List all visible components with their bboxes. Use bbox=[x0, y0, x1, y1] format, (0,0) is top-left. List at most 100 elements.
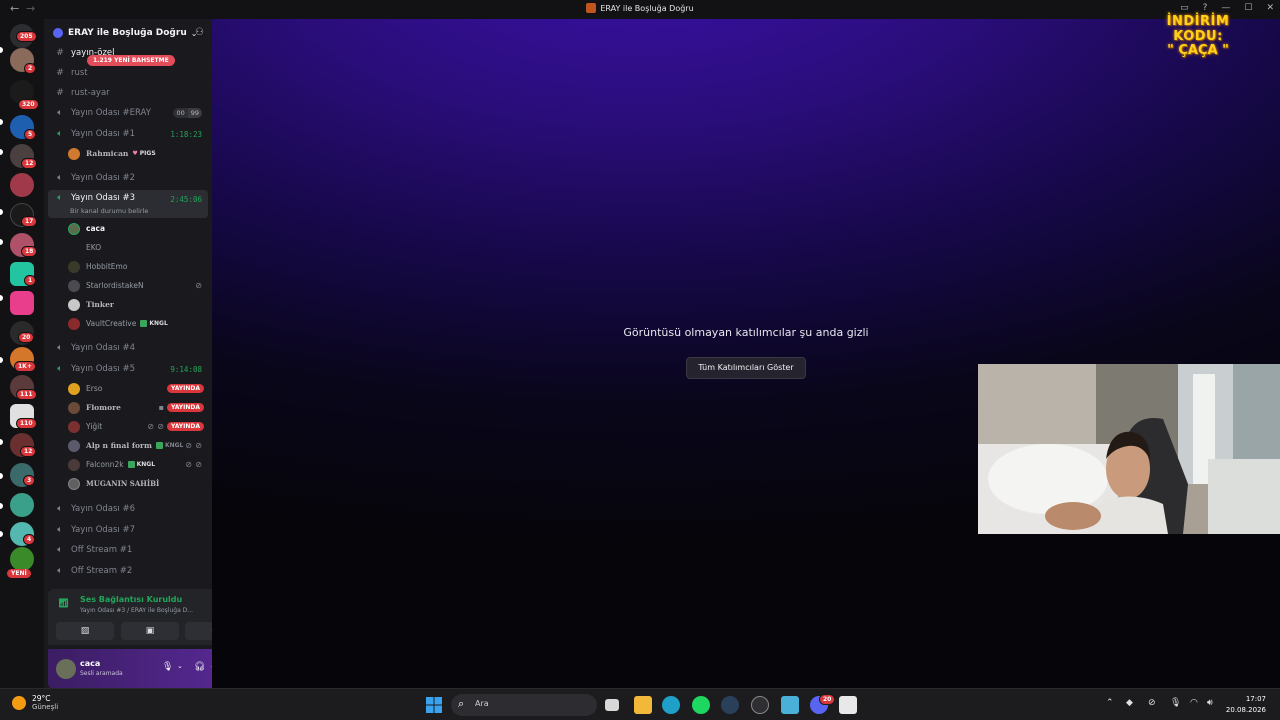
deafened-icon: ⊘ bbox=[195, 460, 202, 469]
channel-sidebar: ERAY ile Boşluğa Doğru ⌄ ⚇ # yayın-özel 1… bbox=[44, 19, 212, 688]
headphones-icon[interactable]: 🎧︎ bbox=[194, 662, 205, 672]
voice-user[interactable]: Erso YAYINDA bbox=[68, 380, 208, 397]
screen-share-button[interactable]: ▣ bbox=[121, 622, 179, 640]
guild-tag: ♥ PIGS bbox=[132, 150, 156, 157]
avatar[interactable] bbox=[56, 659, 76, 679]
camera-icon: ▪ bbox=[158, 403, 164, 412]
sun-icon bbox=[12, 695, 26, 710]
guild-header[interactable]: ERAY ile Boşluğa Doğru ⌄ ⚇ bbox=[44, 19, 212, 47]
deafened-icon: ⊘ bbox=[195, 281, 202, 290]
voice-user[interactable]: Alp n final form KNGL ⊘ ⊘ bbox=[68, 437, 208, 454]
guild-tag: KNGL bbox=[140, 320, 168, 327]
user-panel: caca Sesli aramada 🎙︎ ⌄ 🎧︎ ⌄ ⚙ bbox=[48, 649, 212, 688]
weather-condition: Güneşli bbox=[32, 703, 59, 711]
camera-off-button[interactable]: ▨ bbox=[56, 622, 114, 640]
camera-off-icon: ▨ bbox=[80, 626, 90, 636]
voice-user[interactable]: Yiğit ⊘ ⊘ YAYINDA bbox=[68, 418, 208, 435]
notepad-icon[interactable] bbox=[781, 696, 799, 714]
voice-user[interactable]: StarlordistakeN ⊘ bbox=[68, 277, 208, 294]
unread-badge: 18 bbox=[21, 246, 38, 257]
channel-off-stream-2[interactable]: 🔈︎ Off Stream #2 bbox=[48, 562, 208, 580]
tag-icon bbox=[155, 442, 163, 449]
voice-user[interactable]: EKO bbox=[68, 239, 208, 256]
search-placeholder: Ara bbox=[475, 699, 489, 708]
voice-user[interactable]: Tinker bbox=[68, 296, 208, 313]
server-icon[interactable] bbox=[10, 291, 34, 315]
voice-user[interactable]: VaultCreative KNGL bbox=[68, 315, 208, 332]
help-icon[interactable]: ? bbox=[1203, 3, 1208, 13]
avatar bbox=[68, 401, 80, 414]
voice-user[interactable]: Falconn2k KNGL ⊘ ⊘ bbox=[68, 456, 208, 473]
channel-yayin-odasi-1[interactable]: 🔈︎ Yayın Odası #1 1:18:23 bbox=[48, 125, 208, 143]
voice-status-subtitle[interactable]: Yayın Odası #3 / ERAY ile Boşluğa D... bbox=[80, 607, 193, 614]
signal-icon[interactable]: 📶︎ bbox=[58, 599, 69, 609]
activities-button[interactable]: ⁘ bbox=[185, 622, 212, 640]
avatar bbox=[68, 242, 80, 254]
server-icon[interactable] bbox=[10, 547, 34, 571]
app-icon[interactable] bbox=[751, 696, 769, 714]
show-all-participants-button[interactable]: Tüm Katılımcıları Göster bbox=[686, 357, 806, 379]
voice-user[interactable]: HobbitEmo bbox=[68, 258, 208, 275]
chevron-down-icon[interactable]: ⌄ bbox=[177, 662, 183, 670]
voice-status-title[interactable]: Ses Bağlantısı Kuruldu bbox=[80, 595, 182, 604]
channel-yayin-odasi-5[interactable]: 🔈︎ Yayın Odası #5 9:14:08 bbox=[48, 360, 208, 378]
unread-badge: 3 bbox=[23, 475, 36, 486]
server-icon[interactable] bbox=[10, 493, 34, 517]
channel-yayin-odasi-3[interactable]: 🔈︎ Yayın Odası #3 2:45:06 Bir kanal durum… bbox=[48, 190, 208, 218]
inbox-icon[interactable]: ▭ bbox=[1180, 3, 1189, 13]
start-button[interactable] bbox=[425, 696, 443, 714]
channel-yayin-odasi-4[interactable]: 🔈︎ Yayın Odası #4 bbox=[48, 339, 208, 357]
channel-status[interactable]: Bir kanal durumu belirle bbox=[70, 207, 148, 215]
channel-rust[interactable]: # rust bbox=[48, 64, 208, 82]
task-view-icon[interactable] bbox=[605, 699, 619, 711]
hash-icon: # bbox=[56, 68, 64, 78]
channel-yayin-odasi-2[interactable]: 🔈︎ Yayın Odası #2 bbox=[48, 169, 208, 187]
voice-user[interactable]: Flomore ▪ YAYINDA bbox=[68, 399, 208, 416]
server-icon bbox=[586, 3, 597, 13]
maximize-icon[interactable]: ☐ bbox=[1244, 3, 1252, 13]
weather-widget[interactable]: 29°C Güneşli bbox=[12, 694, 58, 711]
file-explorer-icon[interactable] bbox=[634, 696, 652, 714]
system-clock[interactable]: 17:07 20.08.2026 bbox=[1226, 694, 1266, 716]
voice-user[interactable]: MUGANIN SAHİBİ bbox=[68, 475, 208, 492]
unread-badge: 20 bbox=[18, 332, 35, 343]
steam-tray-icon[interactable]: ◆ bbox=[1126, 698, 1133, 708]
server-icon[interactable] bbox=[10, 173, 34, 197]
channel-off-stream-1[interactable]: 🔈︎ Off Stream #1 bbox=[48, 541, 208, 559]
steam-icon[interactable] bbox=[721, 696, 739, 714]
edge-browser-icon[interactable] bbox=[662, 696, 680, 714]
taskbar-search[interactable]: ⌕ Ara bbox=[451, 694, 597, 716]
heart-icon: ♥ bbox=[132, 150, 138, 157]
network-off-icon[interactable]: ⊘ bbox=[1148, 698, 1156, 708]
channel-yayin-odasi-eray[interactable]: 🔈︎ Yayın Odası #ERAY 00 99 bbox=[48, 104, 208, 122]
chevron-up-icon[interactable]: ⌃ bbox=[1106, 698, 1114, 708]
avatar bbox=[68, 222, 80, 235]
webcam-overlay bbox=[978, 364, 1280, 534]
channel-yayin-odasi-6[interactable]: 🔈︎ Yayın Odası #6 bbox=[48, 500, 208, 518]
speaker-icon: 🔈︎ bbox=[57, 193, 63, 203]
user-name[interactable]: caca bbox=[80, 659, 100, 668]
avatar bbox=[68, 439, 80, 452]
invite-people-icon[interactable]: ⚇ bbox=[195, 27, 204, 38]
voice-user[interactable]: caca bbox=[68, 220, 208, 237]
voice-user[interactable]: Rahmican ♥ PIGS bbox=[68, 145, 208, 162]
voice-connection-panel: 📶︎ Ses Bağlantısı Kuruldu Yayın Odası #3… bbox=[48, 589, 212, 645]
minimize-icon[interactable]: — bbox=[1221, 3, 1230, 13]
microphone-icon[interactable]: 🎙︎ bbox=[162, 662, 173, 672]
channel-rust-ayar[interactable]: # rust-ayar bbox=[48, 84, 208, 102]
avatar bbox=[68, 147, 80, 160]
channel-yayin-odasi-7[interactable]: 🔈︎ Yayın Odası #7 bbox=[48, 521, 208, 539]
spotify-icon[interactable] bbox=[692, 696, 710, 714]
capcut-icon[interactable] bbox=[839, 696, 857, 714]
unread-badge: 12 bbox=[21, 158, 38, 169]
volume-icon[interactable]: 🔊︎ bbox=[1207, 698, 1213, 708]
tag-icon bbox=[140, 320, 148, 327]
unread-badge: 17 bbox=[21, 216, 38, 227]
muted-icon: ⊘ bbox=[147, 422, 154, 431]
wifi-icon[interactable]: ◠ bbox=[1190, 698, 1198, 708]
close-icon[interactable]: ✕ bbox=[1266, 3, 1274, 13]
microphone-icon[interactable]: 🎙︎ bbox=[1170, 698, 1181, 708]
promo-overlay: İNDİRİM KODU: " ÇAÇA " bbox=[1166, 14, 1230, 58]
new-servers-pill[interactable]: YENİ bbox=[7, 569, 31, 578]
live-badge: YAYINDA bbox=[166, 384, 204, 393]
